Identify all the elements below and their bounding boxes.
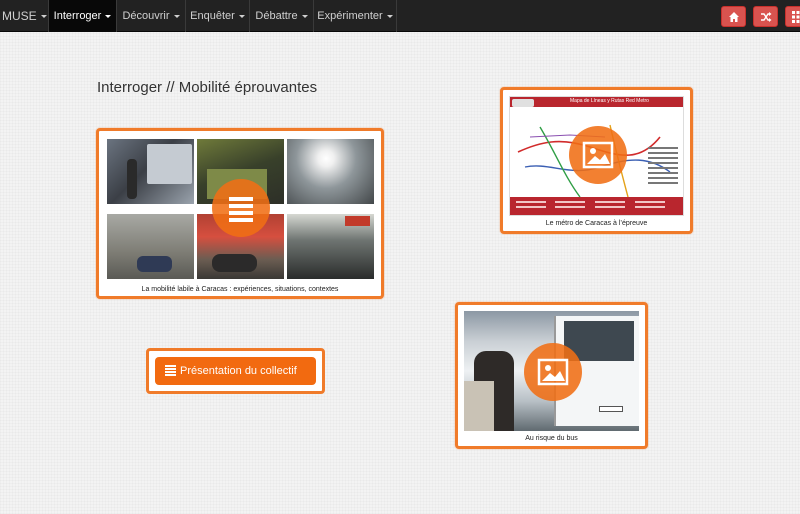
- card-caption: La mobilité labile à Caracas : expérienc…: [141, 286, 339, 293]
- caret-down-icon: [173, 14, 180, 18]
- brand-label: MUSE: [2, 9, 37, 23]
- caret-down-icon: [40, 15, 47, 19]
- nav-item-enqueter[interactable]: Enquêter: [186, 0, 250, 32]
- nav-item-decouvrir[interactable]: Découvrir: [117, 0, 186, 32]
- photo-thumbnail: [287, 139, 374, 204]
- presentation-button[interactable]: Présentation du collectif: [155, 357, 316, 385]
- caret-down-icon: [105, 14, 112, 18]
- photo-thumbnail: [107, 139, 194, 204]
- caret-down-icon: [301, 14, 308, 18]
- nav-item-label: Interroger: [53, 10, 102, 22]
- image-overlay: [569, 126, 627, 184]
- metro-card[interactable]: Mapa de Líneas y Rutas Red Metro Le métr…: [500, 87, 693, 234]
- presentation-button-label: Présentation du collectif: [180, 365, 297, 377]
- nav-item-experimenter[interactable]: Expérimenter: [314, 0, 397, 32]
- card-caption: Le métro de Caracas à l’épreuve: [545, 220, 648, 227]
- page-title: Interroger // Mobilité éprouvantes: [97, 79, 318, 96]
- grid-button[interactable]: [785, 6, 800, 27]
- nav-item-label: Débattre: [255, 10, 298, 22]
- nav-item-label: Expérimenter: [317, 10, 383, 22]
- card-caption: Au risque du bus: [525, 435, 578, 442]
- nav-item-label: Découvrir: [122, 10, 170, 22]
- caret-down-icon: [238, 14, 245, 18]
- metro-map-title: Mapa de Líneas y Rutas Red Metro: [570, 98, 649, 104]
- list-overlay: [212, 179, 270, 237]
- image-icon: [537, 358, 569, 386]
- home-icon: [729, 12, 739, 22]
- brand-menu[interactable]: MUSE: [0, 0, 49, 32]
- nav-item-debattre[interactable]: Débattre: [250, 0, 314, 32]
- top-navbar: MUSE Interroger Découvrir Enquêter Débat…: [0, 0, 800, 32]
- shuffle-button[interactable]: [753, 6, 778, 27]
- presentation-card: Présentation du collectif: [146, 348, 325, 394]
- caret-down-icon: [386, 14, 393, 18]
- shuffle-icon: [761, 12, 772, 22]
- image-icon: [582, 141, 614, 169]
- photo-thumbnail: [287, 214, 374, 279]
- image-overlay: [524, 343, 582, 401]
- home-button[interactable]: [721, 6, 746, 27]
- bus-card[interactable]: Au risque du bus: [455, 302, 648, 449]
- nav-item-label: Enquêter: [190, 10, 235, 22]
- nav-item-interroger[interactable]: Interroger: [49, 0, 117, 32]
- grid-icon: [792, 11, 800, 23]
- list-icon: [229, 197, 253, 222]
- mosaic-card[interactable]: La mobilité labile à Caracas : expérienc…: [96, 128, 384, 299]
- photo-thumbnail: [107, 214, 194, 279]
- list-icon: [165, 365, 176, 376]
